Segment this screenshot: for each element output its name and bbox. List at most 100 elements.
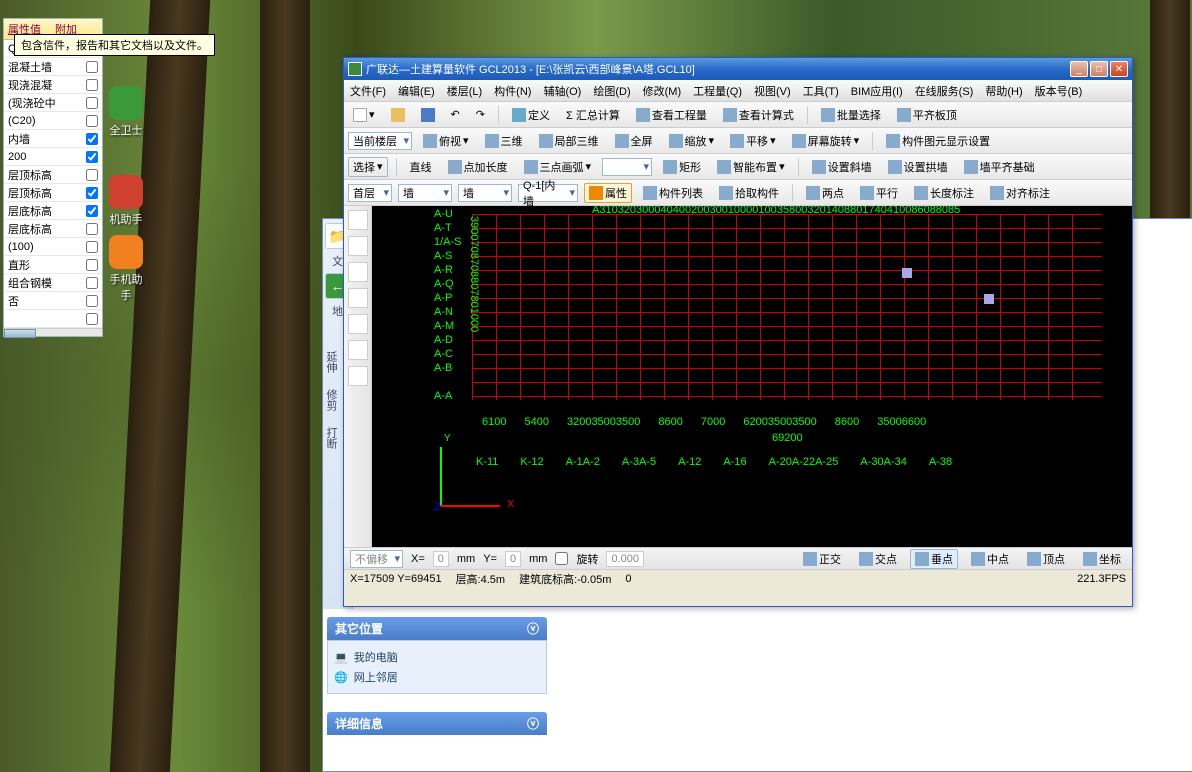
chevron-icon[interactable]: ⓥ [527, 715, 539, 732]
top-view-button[interactable]: 俯视▾ [418, 131, 474, 151]
menu-item[interactable]: 楼层(L) [447, 83, 482, 99]
titlebar[interactable]: 广联达—土建算量软件 GCL2013 - [E:\张凯云\西部峰景\A塔.GCL… [344, 58, 1132, 80]
arch-wall-button[interactable]: 设置拱墙 [883, 157, 953, 177]
vtool-icon[interactable] [348, 262, 368, 282]
floor-combo[interactable]: 当前楼层 [348, 132, 412, 150]
undo-icon[interactable]: ↶ [446, 105, 465, 125]
sum-button[interactable]: Σ 汇总计算 [561, 105, 625, 125]
menu-item[interactable]: 版本号(B) [1035, 83, 1083, 99]
align-dim-button[interactable]: 对齐标注 [985, 183, 1055, 203]
menu-item[interactable]: 帮助(H) [985, 83, 1022, 99]
rotate-checkbox[interactable] [555, 552, 568, 565]
minimize-button[interactable]: _ [1070, 61, 1088, 77]
maximize-button[interactable]: □ [1090, 61, 1108, 77]
length-dim-button[interactable]: 长度标注 [909, 183, 979, 203]
prop-checkbox[interactable] [86, 133, 98, 145]
close-button[interactable]: ✕ [1110, 61, 1128, 77]
menu-item[interactable]: 修改(M) [643, 83, 682, 99]
prop-checkbox[interactable] [86, 295, 98, 307]
point-length-button[interactable]: 点加长度 [443, 157, 513, 177]
menu-item[interactable]: 在线服务(S) [915, 83, 974, 99]
new-icon[interactable]: ▾ [348, 105, 380, 125]
arc3-button[interactable]: 三点画弧▾ [519, 157, 597, 177]
prop-checkbox[interactable] [86, 259, 98, 271]
prop-checkbox[interactable] [86, 313, 98, 325]
batch-select-button[interactable]: 批量选择 [816, 105, 886, 125]
desktop-icon[interactable]: 机助手 [106, 175, 146, 227]
prop-checkbox[interactable] [86, 61, 98, 73]
fullscreen-button[interactable]: 全屏 [610, 131, 658, 151]
two-point-button[interactable]: 两点 [801, 183, 849, 203]
perp-button[interactable]: 垂点 [910, 549, 958, 569]
menu-item[interactable]: 工具(T) [803, 83, 839, 99]
view-qty-button[interactable]: 查看工程量 [631, 105, 712, 125]
prop-checkbox[interactable] [86, 97, 98, 109]
menu-item[interactable]: 编辑(E) [398, 83, 435, 99]
pan-button[interactable]: 平移▾ [725, 131, 781, 151]
display-settings-button[interactable]: 构件图元显示设置 [881, 131, 995, 151]
vtool-icon[interactable] [348, 340, 368, 360]
save-icon[interactable] [416, 105, 440, 125]
flat-top-button[interactable]: 平齐板顶 [892, 105, 962, 125]
prop-row[interactable]: (C20) [4, 112, 102, 130]
y-input[interactable]: 0 [505, 551, 521, 567]
prop-row[interactable]: 内墙 [4, 130, 102, 148]
line-button[interactable]: 直线 [405, 157, 437, 177]
category-select[interactable]: 墙 [398, 184, 452, 202]
vtool-icon[interactable] [348, 288, 368, 308]
prop-row[interactable] [4, 310, 102, 328]
define-button[interactable]: 定义 [507, 105, 555, 125]
prop-checkbox[interactable] [86, 169, 98, 181]
pick-button[interactable]: 拾取构件 [714, 183, 784, 203]
prop-checkbox[interactable] [86, 115, 98, 127]
vtool-icon[interactable] [348, 314, 368, 334]
details-header[interactable]: 详细信息 ⓥ [327, 712, 547, 735]
prop-checkbox[interactable] [86, 151, 98, 163]
chevron-icon[interactable]: ⓥ [527, 620, 539, 637]
type-select[interactable]: 墙 [458, 184, 512, 202]
property-button[interactable]: 属性 [584, 183, 632, 203]
slant-wall-button[interactable]: 设置斜墙 [807, 157, 877, 177]
align-base-button[interactable]: 墙平齐基础 [959, 157, 1040, 177]
floor-select[interactable]: 首层 [348, 184, 392, 202]
prop-row[interactable]: (现浇砼中 [4, 94, 102, 112]
vtool-icon[interactable] [348, 366, 368, 386]
menu-item[interactable]: 工程量(Q) [693, 83, 742, 99]
prop-row[interactable]: 组合钢模 [4, 274, 102, 292]
component-select[interactable]: Q-1[内墙 [518, 184, 578, 202]
prop-checkbox[interactable] [86, 79, 98, 91]
local-3d-button[interactable]: 局部三维 [534, 131, 604, 151]
redo-icon[interactable]: ↷ [471, 105, 490, 125]
prop-row[interactable]: 层顶标高 [4, 166, 102, 184]
prop-row[interactable]: 200 [4, 148, 102, 166]
other-places-header[interactable]: 其它位置 ⓥ [327, 617, 547, 640]
vtool-icon[interactable] [348, 236, 368, 256]
prop-checkbox[interactable] [86, 277, 98, 289]
offset-combo[interactable]: 不偏移 [350, 550, 403, 568]
open-icon[interactable] [386, 105, 410, 125]
view-expr-button[interactable]: 查看计算式 [718, 105, 799, 125]
vertex-button[interactable]: 顶点 [1022, 549, 1070, 569]
x-input[interactable]: 0 [433, 551, 449, 567]
menu-item[interactable]: 绘图(D) [593, 83, 630, 99]
menu-item[interactable]: 辅轴(O) [543, 83, 581, 99]
rect-button[interactable]: 矩形 [658, 157, 706, 177]
rotate-input[interactable]: 0.000 [606, 551, 644, 567]
prop-row[interactable]: 层底标高 [4, 220, 102, 238]
menu-item[interactable]: 文件(F) [350, 83, 386, 99]
prop-row[interactable]: 层底标高 [4, 202, 102, 220]
desktop-icon[interactable]: 全卫士 [106, 86, 146, 138]
parallel-button[interactable]: 平行 [855, 183, 903, 203]
prop-row[interactable]: 否 [4, 292, 102, 310]
prop-checkbox[interactable] [86, 241, 98, 253]
desktop-icon[interactable]: 手机助手 [106, 235, 146, 303]
menu-item[interactable]: BIM应用(I) [851, 83, 903, 99]
task-item[interactable]: 💻我的电脑 [334, 647, 540, 667]
intersect-button[interactable]: 交点 [854, 549, 902, 569]
component-list-button[interactable]: 构件列表 [638, 183, 708, 203]
prop-row[interactable]: 混凝土墙 [4, 58, 102, 76]
prop-row[interactable]: (100) [4, 238, 102, 256]
prop-row[interactable]: 层顶标高 [4, 184, 102, 202]
3d-button[interactable]: 三维 [480, 131, 528, 151]
arc-combo[interactable] [602, 158, 652, 176]
